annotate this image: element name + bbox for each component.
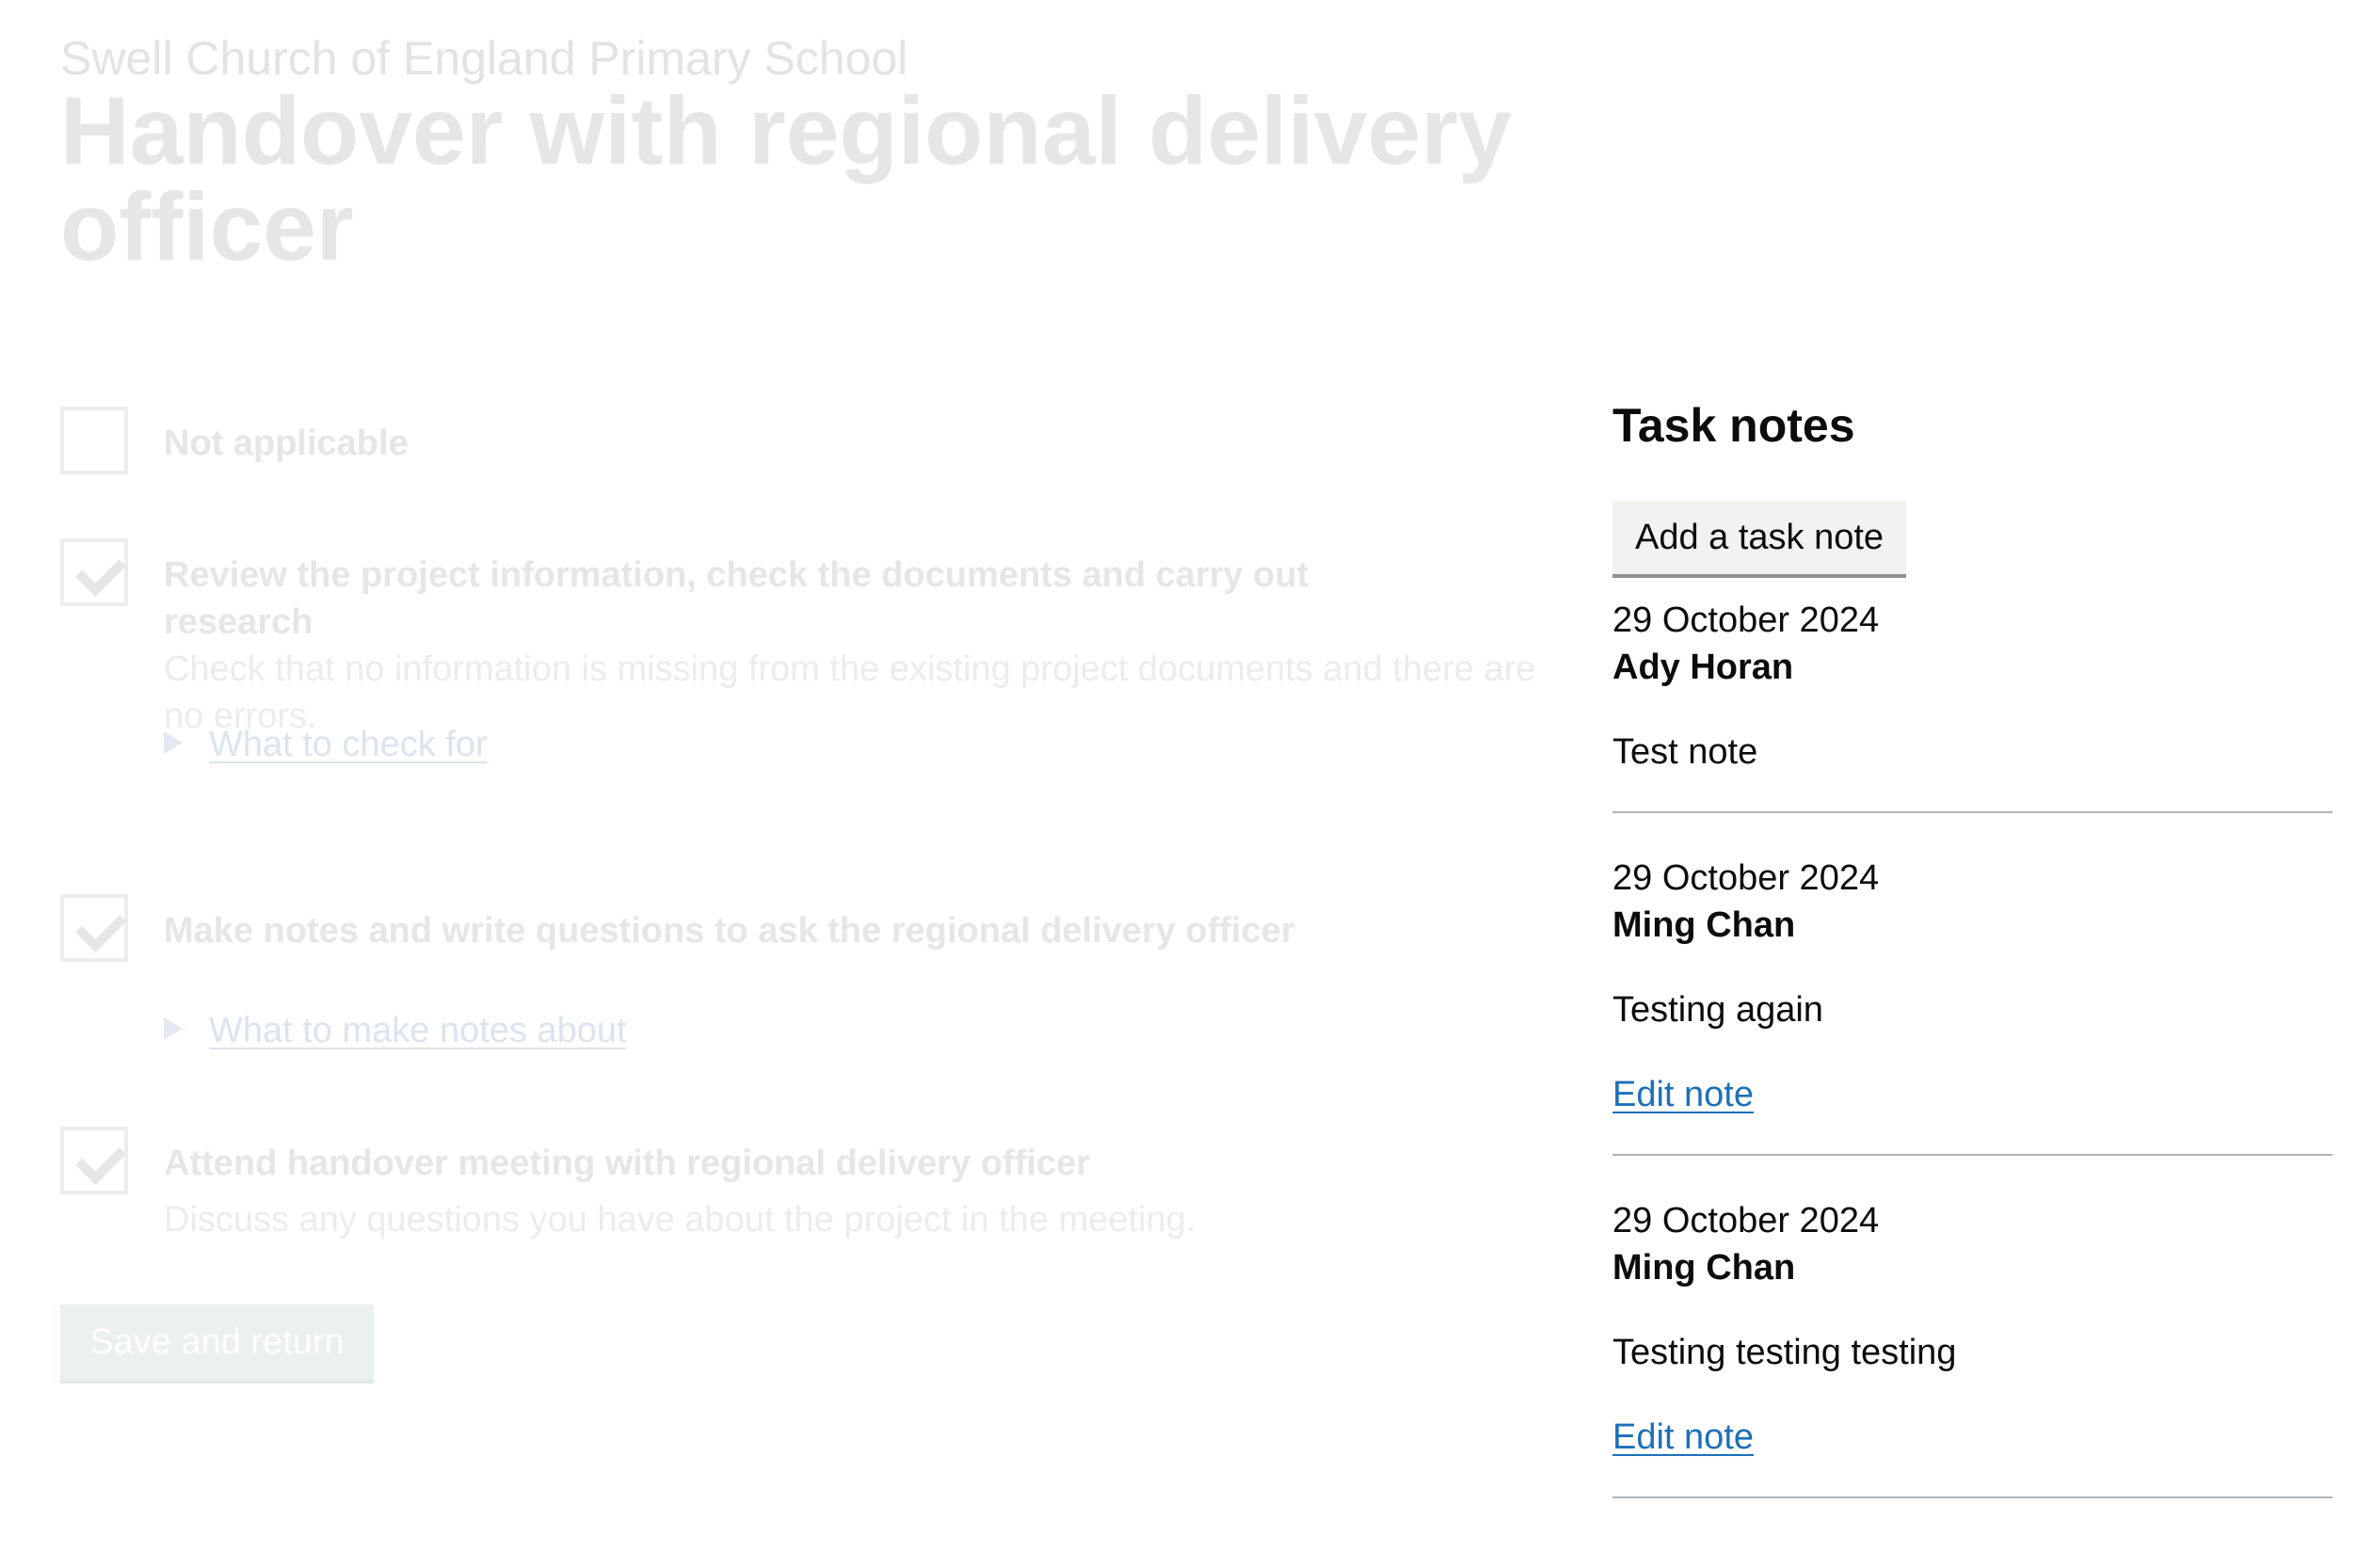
note-body: Test note [1612,732,1758,772]
task-label: Review the project information, check th… [164,555,1309,642]
checkbox[interactable] [60,407,128,474]
note-divider [1612,1496,2333,1498]
task-label: Not applicable [164,424,409,463]
details-what-to-check[interactable]: What to check for [164,721,488,768]
edit-note-link[interactable]: Edit note [1612,1071,1754,1118]
note-date: 29 October 2024 [1612,600,1880,640]
note-body: Testing again [1612,990,1823,1030]
add-task-note-button[interactable]: Add a task note [1612,501,1907,574]
note-author: Ming Chan [1612,905,1796,945]
details-what-to-make-notes[interactable]: What to make notes about [164,1007,627,1054]
task-label: Attend handover meeting with regional de… [164,1144,1090,1183]
triangle-right-icon [164,730,183,754]
note-author: Ming Chan [1612,1248,1796,1288]
checkbox-checked[interactable] [60,894,128,962]
tick-icon [75,1134,126,1185]
task-hint: Discuss any questions you have about the… [164,1200,1196,1240]
details-link[interactable]: What to check for [209,725,488,764]
note-divider [1612,811,2333,813]
details-link[interactable]: What to make notes about [209,1011,627,1050]
task-label: Make notes and write questions to ask th… [164,911,1295,951]
note-date: 29 October 2024 [1612,858,1880,898]
note-body: Testing testing testing [1612,1333,1957,1372]
note-author: Ady Horan [1612,648,1794,687]
edit-note-link[interactable]: Edit note [1612,1414,1754,1461]
tick-icon [75,902,126,952]
save-and-return-button[interactable]: Save and return [60,1304,374,1380]
task-notes-heading: Task notes [1612,399,1855,452]
checkbox-checked[interactable] [60,538,128,606]
checkbox-checked[interactable] [60,1127,128,1194]
page-title: Handover with regional delivery officer [60,77,1512,280]
tick-icon [75,546,126,597]
note-date: 29 October 2024 [1612,1201,1880,1240]
triangle-right-icon [164,1016,183,1040]
note-divider [1612,1154,2333,1156]
